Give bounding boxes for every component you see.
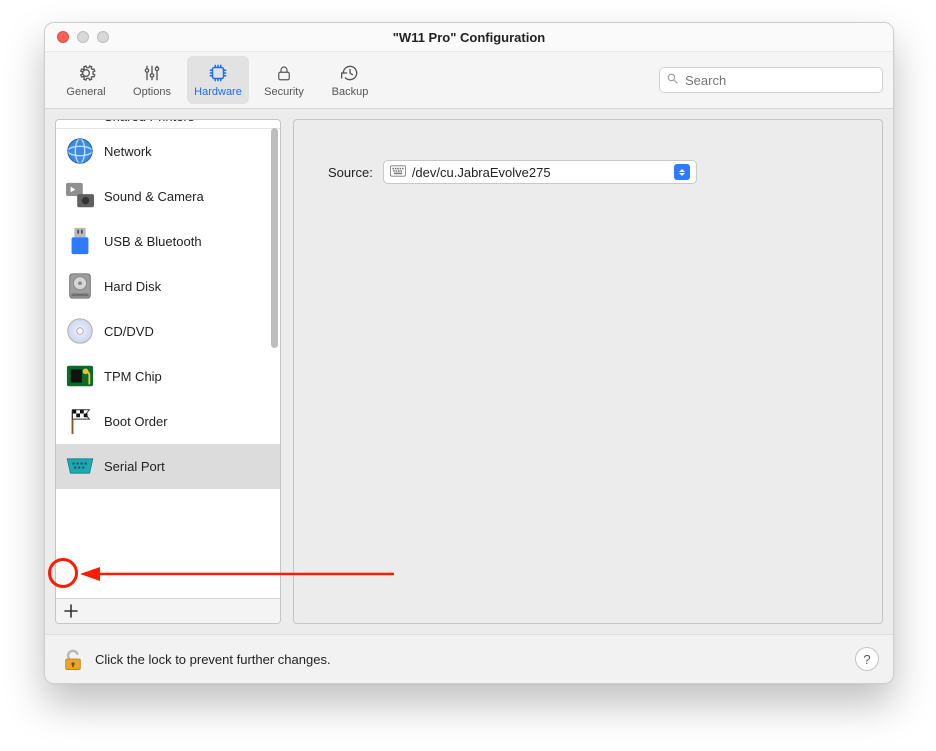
tab-hardware[interactable]: Hardware xyxy=(187,56,249,104)
printer-icon xyxy=(64,120,96,124)
sidebar-item-label: Sound & Camera xyxy=(104,189,204,204)
usb-icon xyxy=(64,225,96,257)
window-minimize-button[interactable] xyxy=(77,31,89,43)
tab-label: General xyxy=(66,86,105,98)
tab-backup[interactable]: Backup xyxy=(319,56,381,104)
sidebar-item-cd-dvd[interactable]: CD/DVD xyxy=(56,309,280,354)
sidebar-item-label: CD/DVD xyxy=(104,324,154,339)
serial-icon xyxy=(64,450,96,482)
lock-button[interactable] xyxy=(59,645,87,673)
window-close-button[interactable] xyxy=(57,31,69,43)
content-area: Shared Printers Network xyxy=(45,109,893,634)
sidebar-item-tpm-chip[interactable]: TPM Chip xyxy=(56,354,280,399)
help-button[interactable]: ? xyxy=(855,647,879,671)
tab-label: Options xyxy=(133,86,171,98)
sidebar-item-hard-disk[interactable]: Hard Disk xyxy=(56,264,280,309)
source-value: /dev/cu.JabraEvolve275 xyxy=(412,165,674,180)
sidebar-item-sound-camera[interactable]: Sound & Camera xyxy=(56,174,280,219)
flag-icon xyxy=(64,405,96,437)
popup-arrows-icon xyxy=(674,164,690,180)
globe-icon xyxy=(64,135,96,167)
sidebar-item-label: Shared Printers xyxy=(104,120,194,124)
sliders-icon xyxy=(141,62,163,84)
window-zoom-button[interactable] xyxy=(97,31,109,43)
sidebar-item-boot-order[interactable]: Boot Order xyxy=(56,399,280,444)
tpm-icon xyxy=(64,360,96,392)
search-field[interactable] xyxy=(659,67,883,93)
detail-panel: Source: /dev/cu.JabraEvolve275 xyxy=(293,119,883,624)
window-title: "W11 Pro" Configuration xyxy=(45,30,893,45)
titlebar: "W11 Pro" Configuration xyxy=(45,23,893,52)
disc-icon xyxy=(64,315,96,347)
search-input[interactable] xyxy=(683,72,876,89)
lock-text: Click the lock to prevent further change… xyxy=(95,652,331,667)
av-icon xyxy=(64,180,96,212)
toolbar: General Options Hardware xyxy=(45,52,893,109)
sidebar-item-network[interactable]: Network xyxy=(56,129,280,174)
hardware-sidebar: Shared Printers Network xyxy=(55,119,281,624)
sidebar-item-label: Network xyxy=(104,144,152,159)
tab-general[interactable]: General xyxy=(55,56,117,104)
sidebar-item-serial-port[interactable]: Serial Port xyxy=(56,444,280,489)
source-popup[interactable]: /dev/cu.JabraEvolve275 xyxy=(383,160,697,184)
sidebar-item-label: Serial Port xyxy=(104,459,165,474)
preferences-window: "W11 Pro" Configuration General Options xyxy=(44,22,894,684)
tab-label: Hardware xyxy=(194,86,242,98)
sidebar-item-shared-printers[interactable]: Shared Printers xyxy=(56,120,280,129)
footer: Click the lock to prevent further change… xyxy=(45,634,893,683)
sidebar-item-usb-bluetooth[interactable]: USB & Bluetooth xyxy=(56,219,280,264)
sidebar-item-label: Boot Order xyxy=(104,414,168,429)
source-label: Source: xyxy=(328,165,373,180)
gear-icon xyxy=(75,62,97,84)
hdd-icon xyxy=(64,270,96,302)
tab-options[interactable]: Options xyxy=(121,56,183,104)
sidebar-item-label: TPM Chip xyxy=(104,369,162,384)
sidebar-scrollbar[interactable] xyxy=(271,128,278,348)
tab-label: Security xyxy=(264,86,304,98)
tab-security[interactable]: Security xyxy=(253,56,315,104)
lock-icon xyxy=(273,62,295,84)
sidebar-item-label: Hard Disk xyxy=(104,279,161,294)
add-hardware-button[interactable] xyxy=(62,602,80,620)
search-icon xyxy=(666,72,679,88)
tab-label: Backup xyxy=(332,86,369,98)
keyboard-icon xyxy=(390,165,406,180)
history-icon xyxy=(339,62,361,84)
sidebar-item-label: USB & Bluetooth xyxy=(104,234,202,249)
chip-icon xyxy=(207,62,229,84)
